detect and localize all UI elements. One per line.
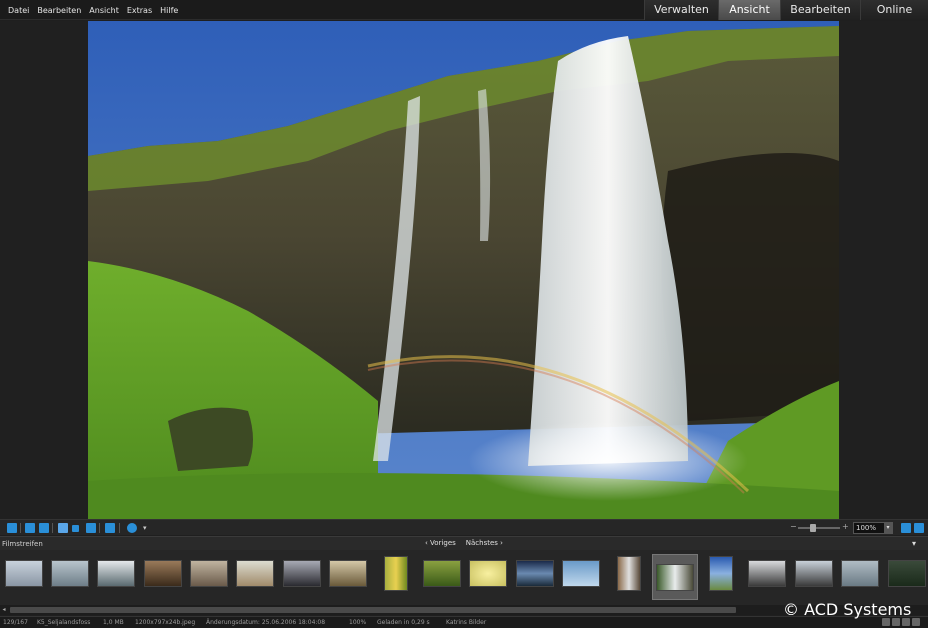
previous-image-icon[interactable] xyxy=(25,523,35,533)
back-to-browse-icon[interactable] xyxy=(7,523,17,533)
tab-ansicht[interactable]: Ansicht xyxy=(718,0,780,20)
selected-thumbnail[interactable] xyxy=(656,564,694,591)
status-dimensions: 1200x797x24b.jpeg xyxy=(135,619,196,626)
thumbnail[interactable] xyxy=(283,560,321,587)
toolbar-separator xyxy=(52,523,53,533)
menu-ansicht[interactable]: Ansicht xyxy=(85,6,123,15)
filmstrip[interactable] xyxy=(0,550,928,605)
zoom-slider[interactable]: − + xyxy=(790,522,849,533)
status-modified: Änderungsdatum: 25.06.2006 18:04:08 xyxy=(206,619,326,626)
thumbnail[interactable] xyxy=(617,556,641,591)
collapse-filmstrip-icon[interactable]: ▾ xyxy=(912,539,916,548)
thumbnail[interactable] xyxy=(51,560,89,587)
thumbnail[interactable] xyxy=(329,560,367,587)
thumbnail[interactable] xyxy=(469,560,507,587)
thumbnail[interactable] xyxy=(190,560,228,587)
thumbnail[interactable] xyxy=(562,560,600,587)
status-indicator-icon[interactable] xyxy=(912,618,920,626)
thumbnail[interactable] xyxy=(888,560,926,587)
status-icons xyxy=(882,618,920,626)
thumbnail[interactable] xyxy=(144,560,182,587)
viewer-toolbar: ▾ − + 100% ▾ xyxy=(0,519,928,535)
filmstrip-header: Filmstreifen ‹ Voriges Nächstes › ▾ xyxy=(0,536,928,550)
next-image-icon[interactable] xyxy=(39,523,49,533)
chevron-down-icon[interactable]: ▾ xyxy=(884,523,892,533)
tab-verwalten[interactable]: Verwalten xyxy=(644,0,718,20)
status-zoom: 100% xyxy=(349,619,367,626)
status-indicator-icon[interactable] xyxy=(902,618,910,626)
menu-extras[interactable]: Extras xyxy=(123,6,156,15)
full-screen-icon[interactable] xyxy=(914,523,924,533)
copyright-watermark: © ACD Systems xyxy=(783,600,912,619)
select-tool-icon[interactable] xyxy=(72,525,79,532)
thumbnail[interactable] xyxy=(795,560,833,587)
rotate-dropdown-icon[interactable]: ▾ xyxy=(143,523,149,533)
thumbnail[interactable] xyxy=(748,560,786,587)
thumbnail[interactable] xyxy=(516,560,554,587)
thumbnail[interactable] xyxy=(236,560,274,587)
zoom-out-icon[interactable]: − xyxy=(790,522,797,531)
zoom-in-icon[interactable]: + xyxy=(842,522,849,531)
toolbar-separator xyxy=(20,523,21,533)
menu-bar: Datei Bearbeiten Ansicht Extras Hilfe Ve… xyxy=(0,0,928,20)
thumbnail[interactable] xyxy=(97,560,135,587)
status-filesize: 1,0 MB xyxy=(103,619,124,626)
actual-size-icon[interactable] xyxy=(901,523,911,533)
scrollbar-thumb[interactable] xyxy=(10,607,736,613)
zoom-track[interactable] xyxy=(798,527,840,529)
menu-datei[interactable]: Datei xyxy=(4,6,33,15)
previous-button[interactable]: ‹ Voriges xyxy=(425,539,456,547)
next-button[interactable]: Nächstes › xyxy=(466,539,503,547)
waterfall-photo xyxy=(88,21,839,519)
zoom-level-value: 100% xyxy=(856,524,877,532)
menu-bearbeiten[interactable]: Bearbeiten xyxy=(33,6,85,15)
zoom-tool-icon[interactable] xyxy=(86,523,96,533)
status-filename: K5_Seljalandsfoss xyxy=(37,619,91,626)
status-folder: Katrins Bilder xyxy=(446,619,487,626)
mode-tabs: Verwalten Ansicht Bearbeiten Online xyxy=(644,0,928,20)
thumbnail[interactable] xyxy=(841,560,879,587)
zoom-level-select[interactable]: 100% ▾ xyxy=(853,522,893,534)
filmstrip-title: Filmstreifen xyxy=(2,540,43,548)
tab-online[interactable]: Online xyxy=(860,0,928,20)
thumbnail[interactable] xyxy=(384,556,408,591)
status-indicator-icon[interactable] xyxy=(882,618,890,626)
toolbar-separator xyxy=(119,523,120,533)
scroll-left-icon[interactable]: ◂ xyxy=(0,606,8,614)
status-loaded: Geladen in 0,29 s xyxy=(377,619,430,626)
thumbnail[interactable] xyxy=(423,560,461,587)
fit-image-icon[interactable] xyxy=(105,523,115,533)
toolbar-separator xyxy=(99,523,100,533)
thumbnail[interactable] xyxy=(5,560,43,587)
rotate-icon[interactable] xyxy=(127,523,137,533)
hand-tool-icon[interactable] xyxy=(58,523,68,533)
image-viewer[interactable] xyxy=(0,21,928,519)
filmstrip-nav: ‹ Voriges Nächstes › xyxy=(425,539,503,547)
zoom-thumb[interactable] xyxy=(810,524,816,532)
tab-bearbeiten[interactable]: Bearbeiten xyxy=(780,0,860,20)
thumbnail[interactable] xyxy=(709,556,733,591)
status-indicator-icon[interactable] xyxy=(892,618,900,626)
main-photo[interactable] xyxy=(88,21,839,519)
status-position: 129/167 xyxy=(3,619,28,626)
main-menu: Datei Bearbeiten Ansicht Extras Hilfe xyxy=(4,0,182,20)
menu-hilfe[interactable]: Hilfe xyxy=(156,6,182,15)
